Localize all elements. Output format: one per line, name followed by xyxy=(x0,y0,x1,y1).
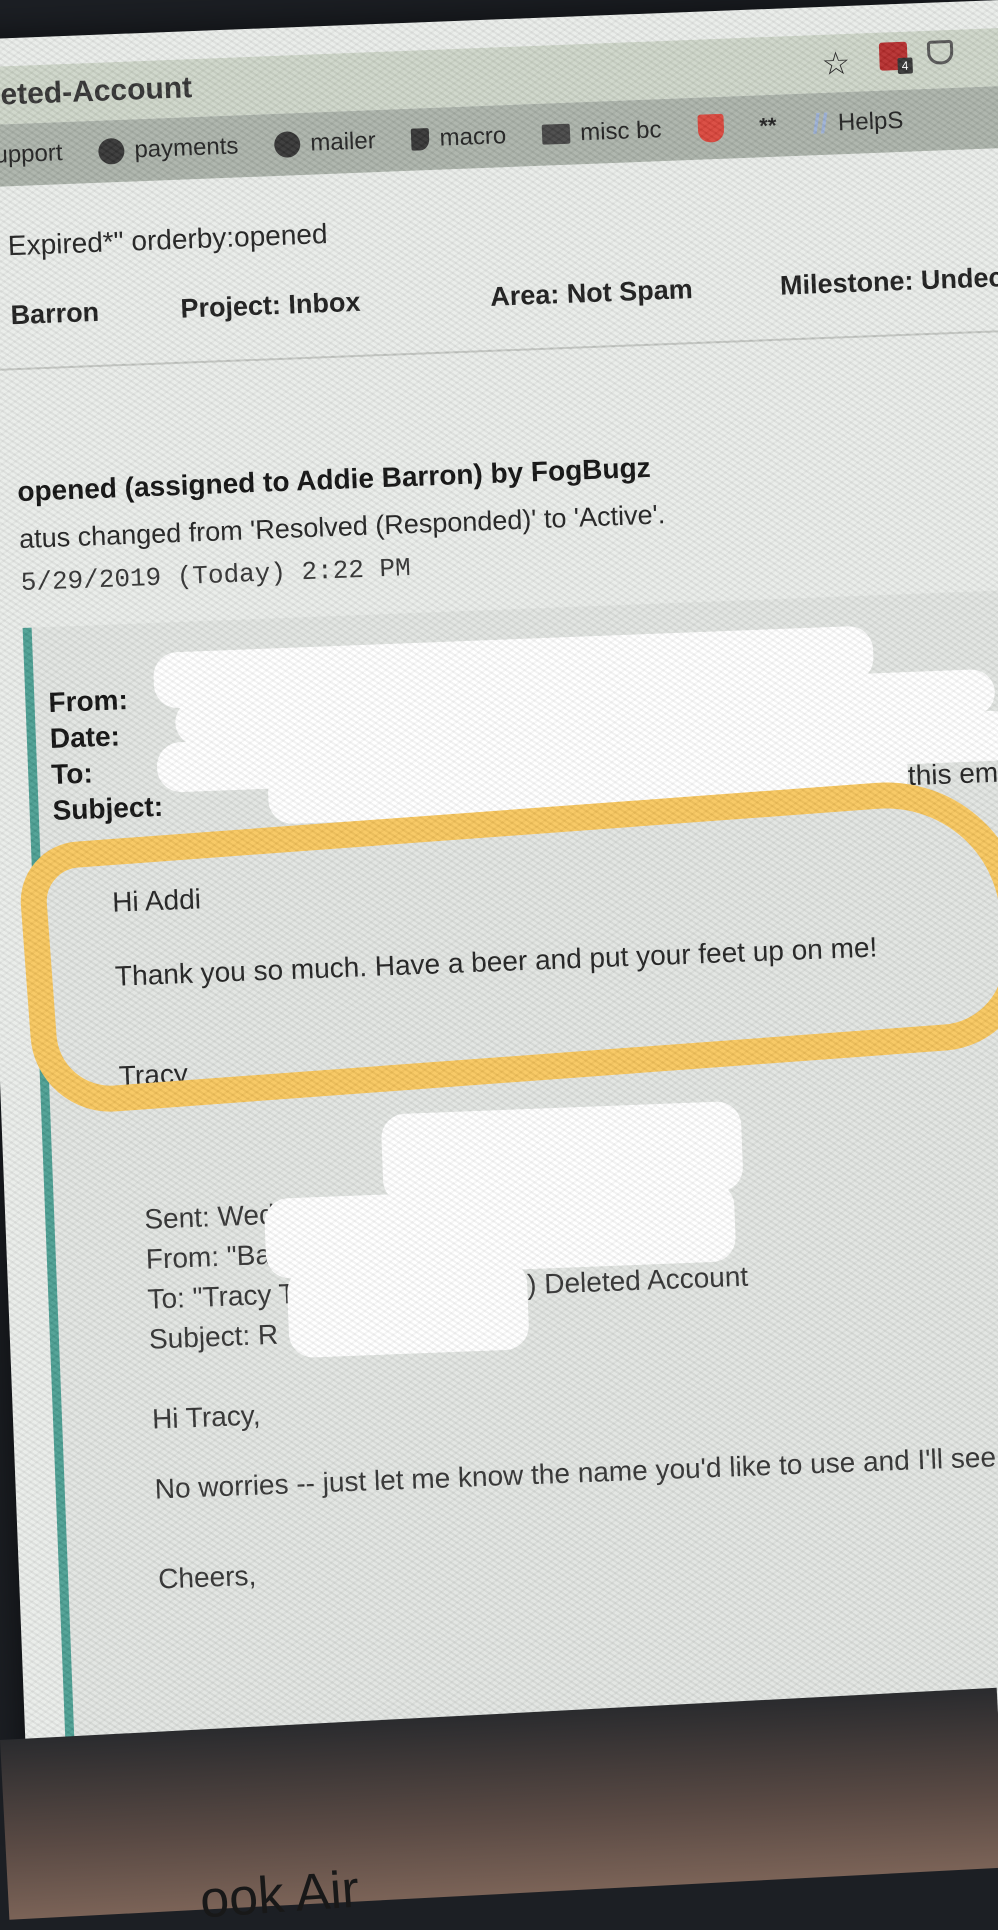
extension-badge: 4 xyxy=(897,57,913,75)
url-text[interactable]: leted-Account xyxy=(0,71,193,113)
redaction xyxy=(286,1259,530,1359)
bookmark-payments[interactable]: payments xyxy=(97,132,239,165)
event-time: 5/29/2019 (Today) 2:22 PM xyxy=(20,553,412,599)
event-title: opened (assigned to Addie Barron) by Fog… xyxy=(16,451,652,508)
email-message: From: Date: To: Subject: this email ac H… xyxy=(22,587,998,1788)
bookmark-help[interactable]: // HelpS xyxy=(812,105,904,140)
bookmark-label: upport xyxy=(0,139,63,169)
bookmark-macro[interactable]: macro xyxy=(411,122,507,154)
date-label: Date: xyxy=(49,720,121,755)
bookmark-label: HelpS xyxy=(837,106,904,137)
assigned-to[interactable]: Barron xyxy=(10,297,100,331)
quoted-subject: Subject: R xyxy=(148,1318,279,1355)
milestone-field[interactable]: Milestone: Undecided xyxy=(779,260,998,302)
subject-label: Subject: xyxy=(52,790,164,826)
slash-icon: // xyxy=(811,107,829,140)
bookmark-label: payments xyxy=(133,132,239,164)
project-field[interactable]: Project: Inbox xyxy=(180,287,361,325)
area-field[interactable]: Area: Not Spam xyxy=(490,274,694,313)
folder-icon xyxy=(541,123,571,145)
search-query[interactable]: Expired*" orderby:opened xyxy=(7,218,328,262)
bookmark-asterisks[interactable]: ** xyxy=(759,113,777,140)
bookmark-mailer[interactable]: mailer xyxy=(273,127,377,159)
case-meta: Barron Project: Inbox Area: Not Spam Mil… xyxy=(10,259,998,330)
tag-icon xyxy=(411,128,431,151)
reply-signoff: Cheers, xyxy=(157,1559,257,1595)
bookmark-star-icon[interactable]: ☆ xyxy=(821,44,851,83)
pocket-icon[interactable] xyxy=(926,39,954,65)
bookmark-label: macro xyxy=(439,122,507,152)
reply-body: No worries -- just let me know the name … xyxy=(154,1440,998,1505)
divider xyxy=(0,326,998,372)
quoted-from: From: "Bar xyxy=(145,1238,281,1275)
asterisk-icon: ** xyxy=(758,112,777,139)
bookmark-label: mailer xyxy=(309,127,377,157)
bookmark-label: misc bc xyxy=(579,116,662,147)
event-status: atus changed from 'Resolved (Responded)'… xyxy=(18,499,666,555)
globe-icon xyxy=(273,131,301,158)
shield-icon xyxy=(696,113,724,143)
bookmark-shield[interactable] xyxy=(696,113,724,143)
to-label: To: xyxy=(50,757,94,791)
bezel-label: ook Air xyxy=(198,1860,361,1930)
bookmark-support[interactable]: upport xyxy=(0,139,63,170)
from-label: From: xyxy=(47,684,129,719)
bookmark-misc-bc[interactable]: misc bc xyxy=(541,116,662,149)
globe-icon xyxy=(97,137,125,165)
reply-greeting: Hi Tracy, xyxy=(151,1399,261,1435)
laptop-screen: leted-Account ☆ 4 upport payments mailer… xyxy=(0,0,998,1809)
